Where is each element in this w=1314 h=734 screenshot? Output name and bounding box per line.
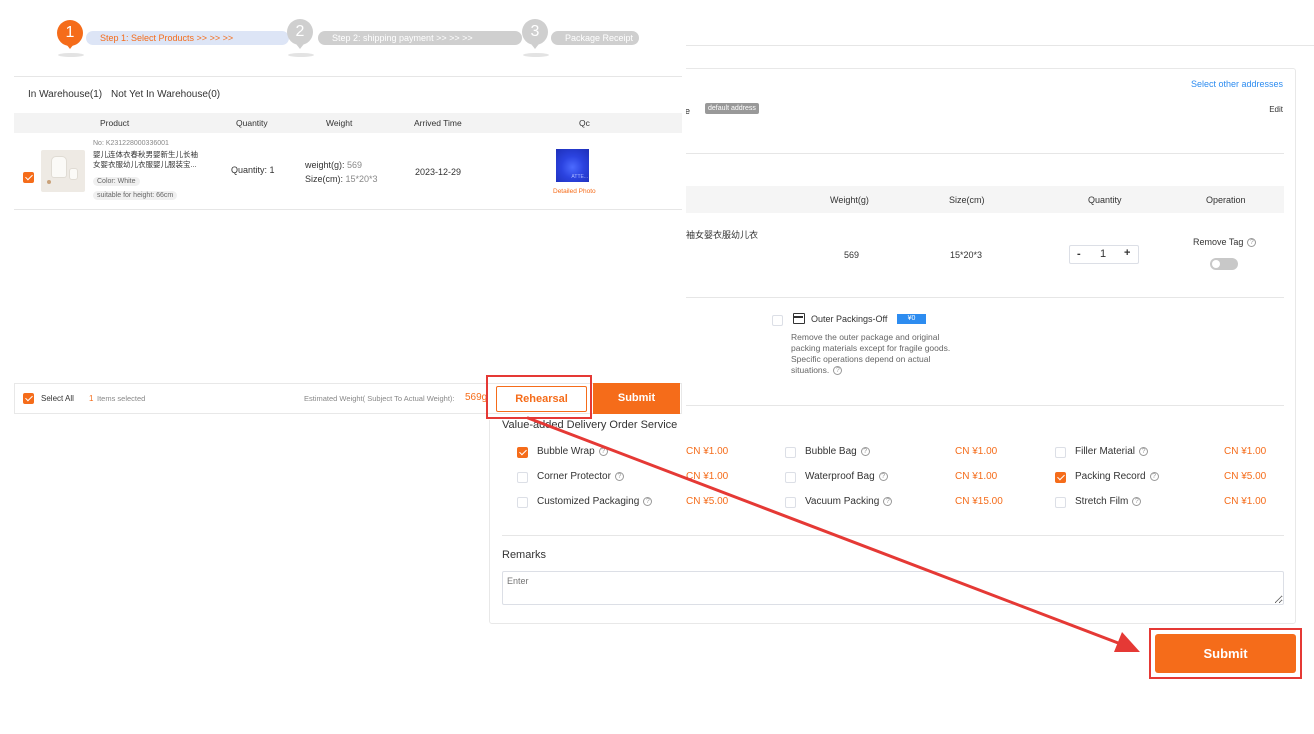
- annotation-arrow-icon: [526, 416, 1140, 652]
